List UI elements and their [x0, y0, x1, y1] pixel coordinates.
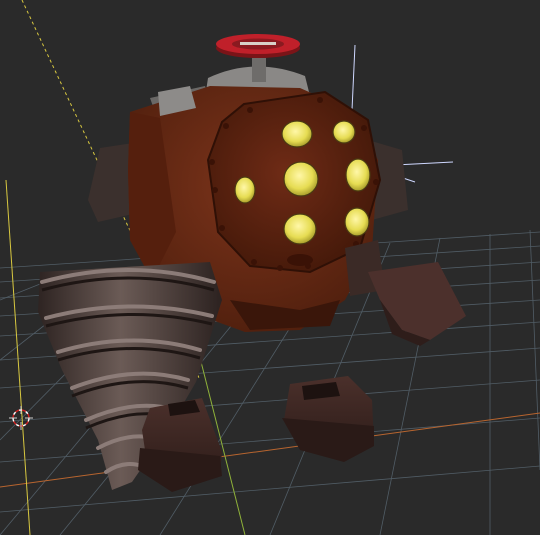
viewport-canvas[interactable] — [0, 0, 540, 535]
porthole-right — [345, 158, 371, 192]
porthole-bottom-right — [344, 207, 370, 237]
porthole-bottom-center — [283, 213, 317, 245]
porthole-center — [283, 161, 319, 197]
porthole-top-right — [332, 120, 356, 144]
3d-viewport[interactable] — [0, 0, 540, 535]
helmet-dent — [287, 254, 313, 266]
porthole-top-left — [281, 120, 313, 148]
porthole-left — [234, 176, 256, 204]
